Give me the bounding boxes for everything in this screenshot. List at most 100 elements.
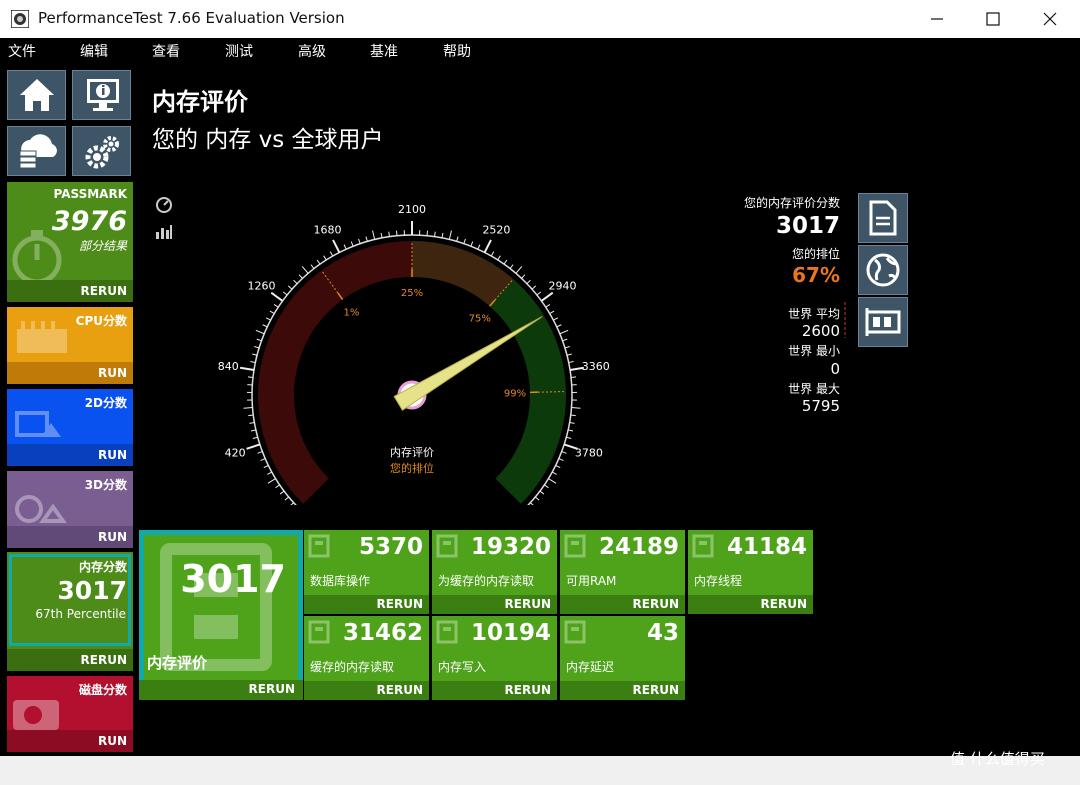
menu-test[interactable]: 测试 bbox=[225, 41, 253, 61]
2d-title: 2D分数 bbox=[84, 396, 127, 410]
gauge-percentile-label: 99% bbox=[504, 389, 526, 400]
test-tile-memory-latency[interactable]: 43 内存延迟 RERUN bbox=[560, 616, 685, 700]
gauge-minor-tick bbox=[279, 490, 285, 495]
2d-run-bar[interactable]: RUN bbox=[7, 444, 133, 466]
test-rerun-label: RERUN bbox=[504, 597, 551, 611]
test-rerun-bar[interactable]: RERUN bbox=[560, 595, 685, 614]
world-avg-label: 世界 平均 bbox=[788, 307, 840, 321]
document-report-icon bbox=[869, 200, 897, 236]
disk-run-bar[interactable]: RUN bbox=[7, 730, 133, 752]
cloud-baseline-button[interactable] bbox=[7, 126, 66, 176]
settings-button[interactable] bbox=[72, 126, 131, 176]
close-button[interactable] bbox=[1025, 0, 1075, 38]
test-tile-cached-read[interactable]: 31462 缓存的内存读取 RERUN bbox=[304, 616, 429, 700]
gauge-minor-tick bbox=[551, 471, 557, 475]
cpu-run-bar[interactable]: RUN bbox=[7, 362, 133, 384]
gauge-minor-tick bbox=[365, 236, 368, 242]
close-icon bbox=[1043, 12, 1057, 26]
test-rerun-bar[interactable]: RERUN bbox=[560, 681, 685, 700]
gauge-minor-tick bbox=[536, 291, 542, 296]
gauge-band-low bbox=[258, 241, 412, 504]
window-title: PerformanceTest 7.66 Evaluation Version bbox=[38, 9, 345, 27]
gauge-minor-tick bbox=[549, 310, 555, 314]
menu-view[interactable]: 查看 bbox=[152, 41, 180, 61]
minimize-button[interactable] bbox=[912, 0, 962, 38]
avg-marker-line bbox=[844, 302, 846, 338]
hardware-info-button[interactable] bbox=[858, 297, 908, 347]
rank-value: 67% bbox=[792, 263, 840, 287]
gauge-caption-rank: 您的排位 bbox=[390, 461, 434, 475]
memory-mark-tile[interactable]: 3017 内存评价 RERUN bbox=[139, 530, 303, 700]
gauge-minor-tick bbox=[372, 230, 376, 240]
test-value: 43 bbox=[646, 620, 679, 646]
system-info-button[interactable] bbox=[72, 70, 131, 120]
passmark-rerun-bar[interactable]: RERUN bbox=[7, 280, 133, 302]
gauge-minor-tick bbox=[265, 317, 271, 321]
memory-mark-rerun-label: RERUN bbox=[248, 682, 295, 696]
test-rerun-bar[interactable]: RERUN bbox=[432, 595, 557, 614]
chart-view-icon[interactable] bbox=[155, 222, 173, 240]
disk-run-label: RUN bbox=[97, 734, 127, 748]
passmark-subtitle: 部分结果 bbox=[78, 239, 127, 253]
gauge-minor-tick bbox=[545, 303, 551, 308]
test-tile-memory-threaded[interactable]: 41184 内存线程 RERUN bbox=[688, 530, 813, 614]
test-value: 24189 bbox=[598, 534, 679, 560]
menu-advanced[interactable]: 高级 bbox=[298, 41, 326, 61]
cpu-run-label: RUN bbox=[97, 366, 127, 380]
gauge-minor-tick bbox=[388, 231, 390, 237]
memory-module-icon bbox=[865, 308, 901, 336]
test-rerun-bar[interactable]: RERUN bbox=[432, 681, 557, 700]
memory-gauge: 0420840126016802100252029403360378042001… bbox=[218, 203, 610, 505]
gauge-minor-tick bbox=[290, 502, 294, 505]
memory-mark-rerun-bar[interactable]: RERUN bbox=[139, 680, 303, 700]
menu-edit[interactable]: 编辑 bbox=[80, 41, 108, 61]
gauge-tick-label: 1260 bbox=[248, 280, 276, 293]
test-rerun-label: RERUN bbox=[760, 597, 807, 611]
passmark-title: PASSMARK bbox=[53, 187, 128, 201]
gauge-minor-tick bbox=[566, 436, 572, 440]
test-rerun-bar[interactable]: RERUN bbox=[688, 595, 813, 614]
menu-help[interactable]: 帮助 bbox=[443, 41, 471, 61]
3d-tile[interactable]: 3D分数 RUN bbox=[7, 471, 133, 548]
home-button[interactable] bbox=[7, 70, 66, 120]
test-tile-database[interactable]: 5370 数据库操作 RERUN bbox=[304, 530, 429, 614]
gauge-major-tick bbox=[540, 291, 554, 302]
test-tile-available-ram[interactable]: 24189 可用RAM RERUN bbox=[560, 530, 685, 614]
memory-mark-label: 内存评价 bbox=[147, 654, 208, 672]
disk-tile[interactable]: 磁盘分数 RUN bbox=[7, 676, 133, 752]
gauge-view-icon[interactable] bbox=[155, 196, 173, 214]
3d-run-bar[interactable]: RUN bbox=[7, 526, 133, 548]
gauge-caption: 内存评价 bbox=[390, 445, 434, 459]
2d-tile[interactable]: 2D分数 RUN bbox=[7, 389, 133, 466]
test-value: 5370 bbox=[358, 534, 423, 560]
world-compare-button[interactable] bbox=[858, 245, 908, 295]
passmark-tile[interactable]: PASSMARK 3976 部分结果 RERUN bbox=[7, 182, 133, 302]
cpu-tile[interactable]: CPU分数 RUN bbox=[7, 307, 133, 384]
2d-run-label: RUN bbox=[97, 448, 127, 462]
menu-file[interactable]: 文件 bbox=[8, 41, 36, 61]
world-avg-value: 2600 bbox=[801, 322, 840, 340]
maximize-icon bbox=[986, 12, 1000, 26]
gauge-minor-tick bbox=[301, 266, 309, 274]
gauge-minor-tick bbox=[287, 285, 293, 290]
gauge-minor-tick bbox=[559, 329, 569, 335]
maximize-button[interactable] bbox=[968, 0, 1018, 38]
test-tile-memory-write[interactable]: 10194 内存写入 RERUN bbox=[432, 616, 557, 700]
gauge-minor-tick bbox=[456, 236, 459, 242]
test-rerun-bar[interactable]: RERUN bbox=[304, 595, 429, 614]
export-report-button[interactable] bbox=[858, 193, 908, 243]
gauge-minor-tick bbox=[250, 361, 256, 364]
gauge-minor-tick bbox=[463, 238, 466, 244]
menu-baseline[interactable]: 基准 bbox=[370, 41, 398, 61]
gauge-minor-tick bbox=[509, 264, 514, 269]
app-window: PerformanceTest 7.66 Evaluation Version … bbox=[0, 0, 1080, 785]
memory-rerun-bar[interactable]: RERUN bbox=[7, 649, 133, 671]
memory-tile[interactable]: 内存分数 3017 67th Percentile RERUN bbox=[7, 552, 133, 671]
test-rerun-bar[interactable]: RERUN bbox=[304, 681, 429, 700]
gauge-minor-tick bbox=[568, 361, 574, 364]
gauge-minor-tick bbox=[555, 464, 561, 469]
gauge-minor-tick bbox=[497, 255, 501, 261]
gauge-minor-tick bbox=[262, 324, 268, 328]
test-tile-uncached-read[interactable]: 19320 为缓存的内存读取 RERUN bbox=[432, 530, 557, 614]
memory-percentile: 67th Percentile bbox=[35, 607, 126, 621]
